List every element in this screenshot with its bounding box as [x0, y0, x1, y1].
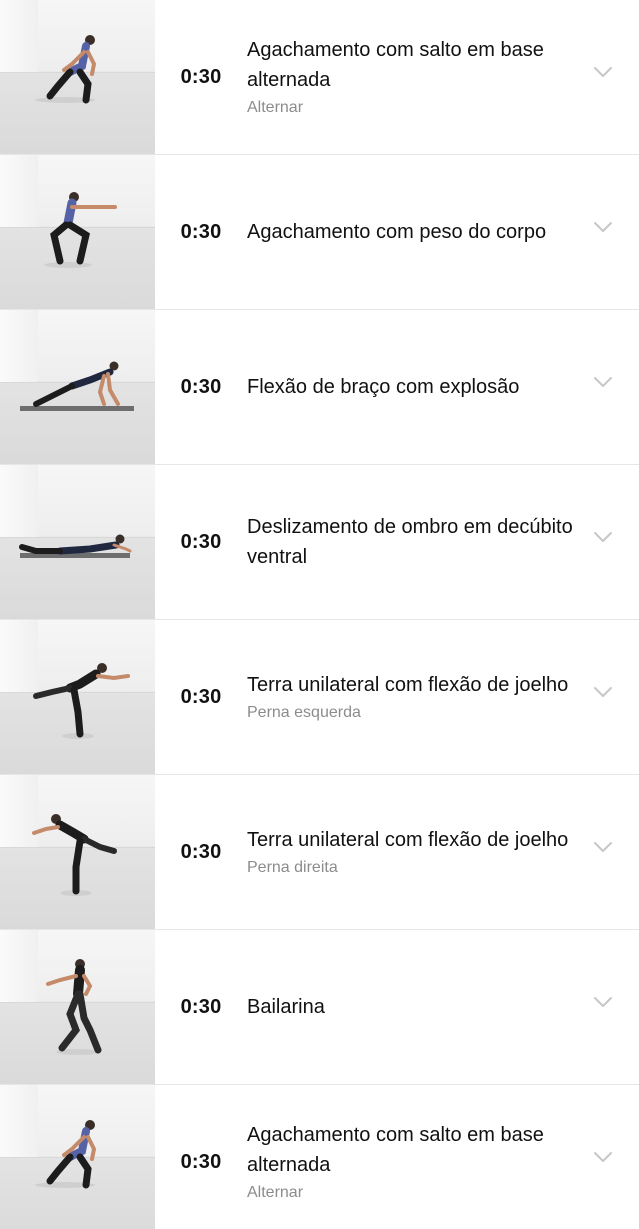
exercise-row[interactable]: 0:30 Deslizamento de ombro em decúbito v… — [0, 465, 639, 620]
exercise-duration: 0:30 — [180, 375, 222, 398]
exercise-row[interactable]: 0:30 Agachamento com salto em base alter… — [0, 0, 639, 155]
exercise-thumbnail — [0, 155, 155, 309]
exercise-thumbnail — [0, 1085, 155, 1229]
plyo-pushup-figure-icon — [20, 361, 134, 411]
chevron-down-icon[interactable] — [593, 531, 613, 543]
bailarina-figure-icon — [46, 959, 102, 1055]
exercise-info: Deslizamento de ombro em decúbito ventra… — [247, 512, 639, 572]
exercise-row[interactable]: 0:30 Flexão de braço com explosão — [0, 310, 639, 465]
exercise-name: Flexão de braço com explosão — [247, 376, 520, 398]
exercise-info: Agachamento com peso do corpo — [247, 217, 639, 247]
exercise-name: Deslizamento de ombro em decúbito ventra… — [247, 516, 573, 568]
exercise-side-label: Perna esquerda — [247, 704, 361, 721]
exercise-row[interactable]: 0:30 Agachamento com peso do corpo — [0, 155, 639, 310]
exercise-name: Agachamento com salto em base alternada — [247, 1124, 544, 1176]
split-squat-jump-figure-icon — [35, 35, 97, 104]
exercise-duration: 0:30 — [180, 65, 222, 88]
split-squat-jump-figure-icon — [35, 1120, 97, 1189]
prone-shoulder-slide-figure-icon — [19, 534, 132, 558]
exercise-thumbnail — [0, 310, 155, 464]
exercise-side-label: Alternar — [247, 99, 304, 116]
exercise-list: 0:30 Agachamento com salto em base alter… — [0, 0, 639, 1229]
exercise-duration: 0:30 — [180, 685, 222, 708]
exercise-info: Agachamento com salto em base alternada … — [247, 1120, 639, 1204]
exercise-thumbnail — [0, 930, 155, 1084]
exercise-info: Agachamento com salto em base alternada … — [247, 35, 639, 119]
exercise-row[interactable]: 0:30 Bailarina — [0, 930, 639, 1085]
exercise-duration: 0:30 — [180, 220, 222, 243]
exercise-side-label: Perna direita — [247, 859, 338, 876]
exercise-thumbnail — [0, 465, 155, 619]
exercise-duration: 0:30 — [180, 1150, 222, 1173]
chevron-down-icon[interactable] — [593, 221, 613, 233]
exercise-info: Terra unilateral com flexão de joelho Pe… — [247, 825, 639, 879]
chevron-down-icon[interactable] — [593, 686, 613, 698]
exercise-side-label: Alternar — [247, 1184, 304, 1201]
exercise-row[interactable]: 0:30 Terra unilateral com flexão de joel… — [0, 620, 639, 775]
exercise-thumbnail — [0, 620, 155, 774]
exercise-info: Bailarina — [247, 992, 639, 1022]
exercise-row[interactable]: 0:30 Terra unilateral com flexão de joel… — [0, 775, 639, 930]
exercise-info: Flexão de braço com explosão — [247, 372, 639, 402]
exercise-thumbnail — [0, 775, 155, 929]
exercise-info: Terra unilateral com flexão de joelho Pe… — [247, 670, 639, 724]
chevron-down-icon[interactable] — [593, 376, 613, 388]
exercise-thumbnail — [0, 0, 155, 154]
exercise-name: Terra unilateral com flexão de joelho — [247, 674, 569, 696]
exercise-name: Bailarina — [247, 996, 325, 1018]
single-leg-deadlift-figure-icon — [32, 814, 117, 896]
exercise-name: Agachamento com salto em base alternada — [247, 39, 544, 91]
single-leg-deadlift-figure-icon — [33, 663, 130, 739]
exercise-duration: 0:30 — [180, 530, 222, 553]
chevron-down-icon[interactable] — [593, 841, 613, 853]
exercise-name: Terra unilateral com flexão de joelho — [247, 829, 569, 851]
bodyweight-squat-figure-icon — [44, 192, 117, 268]
chevron-down-icon[interactable] — [593, 996, 613, 1008]
chevron-down-icon[interactable] — [593, 1151, 613, 1163]
exercise-name: Agachamento com peso do corpo — [247, 221, 547, 243]
exercise-duration: 0:30 — [180, 995, 222, 1018]
exercise-row[interactable]: 0:30 Agachamento com salto em base alter… — [0, 1085, 639, 1229]
exercise-duration: 0:30 — [180, 840, 222, 863]
chevron-down-icon[interactable] — [593, 66, 613, 78]
